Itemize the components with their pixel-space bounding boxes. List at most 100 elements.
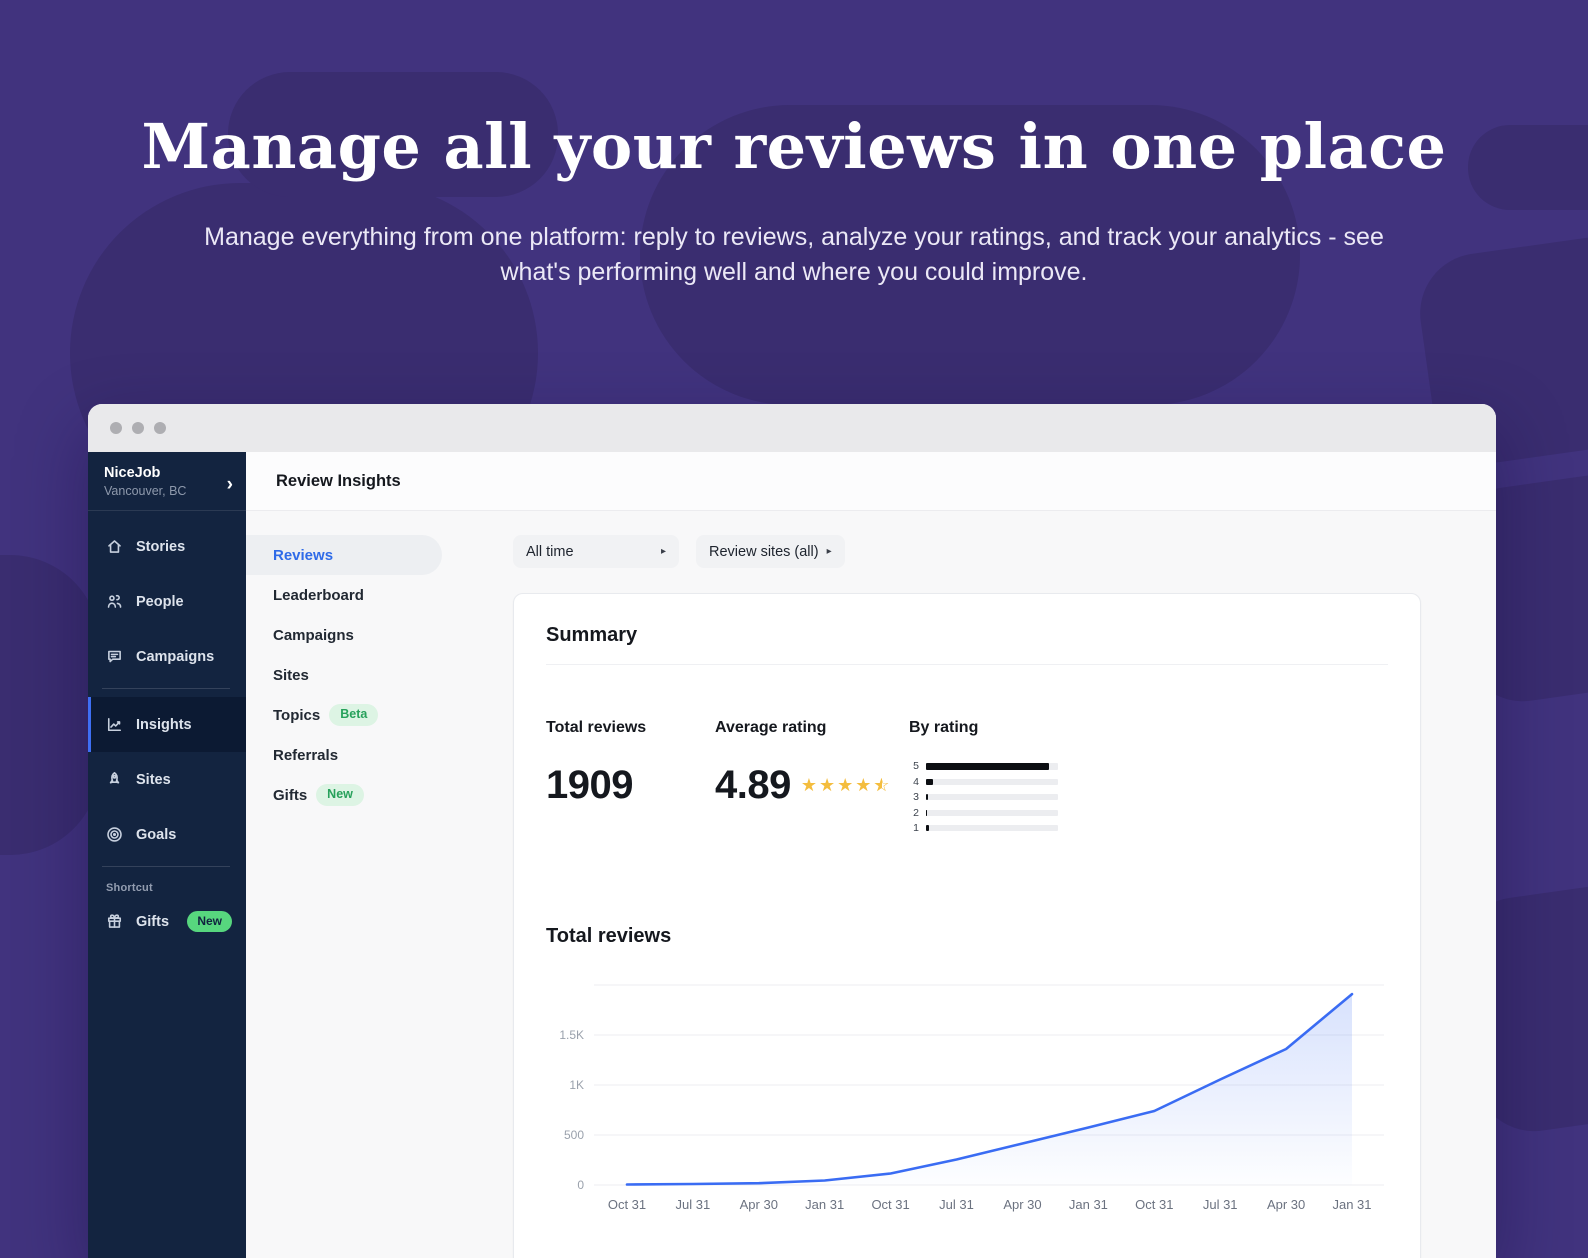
svg-text:Oct 31: Oct 31 (871, 1197, 909, 1212)
stat-value: 1909 (546, 765, 715, 805)
stat-label: By rating (909, 719, 1058, 737)
subnav-item-label: Reviews (273, 547, 333, 564)
subnav-item-referrals[interactable]: Referrals (246, 735, 442, 775)
star-icon: ★ (801, 776, 817, 794)
sidebar-item-label: Stories (136, 539, 185, 555)
page: Manage all your reviews in one place Man… (0, 0, 1588, 1258)
window-titlebar (88, 404, 1496, 452)
people-icon (106, 593, 123, 610)
stat-label: Total reviews (546, 719, 715, 737)
app-window: NiceJob Vancouver, BC › StoriesPeopleCam… (88, 404, 1496, 1258)
filter-review-sites-all-[interactable]: Review sites (all)▸ (696, 535, 845, 568)
sidebar-item-label: Insights (136, 717, 192, 733)
svg-text:Jul 31: Jul 31 (939, 1197, 974, 1212)
org-switcher[interactable]: NiceJob Vancouver, BC › (88, 452, 246, 511)
caret-right-icon: ▸ (661, 546, 666, 557)
new-badge: New (187, 911, 232, 932)
subnav-item-topics[interactable]: TopicsBeta (246, 695, 442, 735)
rating-row: 4 (909, 777, 1058, 788)
sidebar-item-goals[interactable]: Goals (88, 807, 246, 862)
rating-bar-track (926, 825, 1058, 831)
subnav-item-label: Topics (273, 707, 320, 724)
summary-stats: Total reviews 1909 Average rating 4.89 ★… (546, 719, 1388, 839)
star-half-icon: ☆★ (873, 776, 889, 794)
svg-text:Apr 30: Apr 30 (740, 1197, 778, 1212)
subnav-item-gifts[interactable]: Gifts New (246, 775, 442, 815)
star-rating: ★★★★☆★ (801, 776, 890, 794)
stat-average-rating: Average rating 4.89 ★★★★☆★ (715, 719, 909, 839)
sidebar: NiceJob Vancouver, BC › Stories People Cam… (88, 452, 246, 1258)
svg-text:Oct 31: Oct 31 (1135, 1197, 1173, 1212)
home-icon (106, 538, 123, 555)
rating-bar-track (926, 763, 1058, 770)
star-fill: ★ (873, 776, 882, 794)
gift-icon (106, 913, 123, 930)
svg-text:Apr 30: Apr 30 (1003, 1197, 1041, 1212)
svg-text:1.5K: 1.5K (559, 1028, 584, 1042)
content: Reviews Leaderboard Campaigns Sites TopicsBe… (246, 511, 1496, 1258)
rating-bar-track (926, 794, 1058, 800)
subnav-item-label: Gifts (273, 787, 307, 804)
star-filled: ★ (873, 776, 882, 794)
subnav-item-campaigns[interactable]: Campaigns (246, 615, 442, 655)
chat-bubble-icon (106, 648, 123, 665)
svg-text:0: 0 (577, 1178, 584, 1192)
filter-label: All time (526, 544, 574, 560)
sidebar-item-label: Sites (136, 772, 171, 788)
sidebar-item-stories[interactable]: Stories (88, 519, 246, 574)
svg-text:Jul 31: Jul 31 (1203, 1197, 1238, 1212)
subnav-item-sites[interactable]: Sites (246, 655, 442, 695)
sidebar-item-label: Campaigns (136, 649, 214, 665)
window-body: NiceJob Vancouver, BC › StoriesPeopleCam… (88, 452, 1496, 1258)
filter-label: Review sites (all) (709, 544, 819, 560)
target-icon (106, 826, 123, 843)
sidebar-item-sites[interactable]: Sites (88, 752, 246, 807)
window-dot-icon (154, 422, 166, 434)
rating-row-label: 1 (909, 823, 919, 834)
total-reviews-chart: 05001K1.5K Oct 31Jul 31Apr 30Jan 31Oct 3… (546, 973, 1388, 1230)
new-badge: New (316, 784, 364, 806)
by-rating-chart: 54321 (909, 761, 1058, 834)
rating-row: 3 (909, 792, 1058, 803)
main-area: Review Insights Reviews Leaderboard Campai… (246, 452, 1496, 1258)
chart-section-title: Total reviews (546, 925, 1388, 948)
svg-text:Jan 31: Jan 31 (805, 1197, 844, 1212)
subnav-item-leaderboard[interactable]: Leaderboard (246, 575, 442, 615)
svg-text:500: 500 (564, 1128, 584, 1142)
x-axis-labels: Oct 31 Jul 31 Apr 30 Jan 31 Oct 31 Jul 31 Apr … (608, 1197, 1372, 1212)
summary-card: Summary Total reviews 1909 Average ratin… (513, 593, 1421, 1258)
sidebar-item-insights[interactable]: Insights (88, 697, 246, 752)
bg-blob (0, 555, 100, 855)
rating-row-label: 3 (909, 792, 919, 803)
svg-text:Apr 30: Apr 30 (1267, 1197, 1305, 1212)
subnav-item-reviews[interactable]: Reviews (246, 535, 442, 575)
sidebar-item-people[interactable]: People (88, 574, 246, 629)
window-dot-icon (132, 422, 144, 434)
sidebar-item-label: Gifts (136, 914, 169, 930)
svg-text:1K: 1K (569, 1078, 584, 1092)
rocket-icon (106, 771, 123, 788)
svg-text:Oct 31: Oct 31 (608, 1197, 646, 1212)
star-icon: ★ (819, 776, 835, 794)
hero-title: Manage all your reviews in one place (0, 110, 1588, 183)
rating-row-label: 2 (909, 808, 919, 819)
star-icon: ★ (837, 776, 853, 794)
svg-text:Jan 31: Jan 31 (1332, 1197, 1371, 1212)
y-axis-labels: 0 500 1K 1.5K (559, 1028, 584, 1192)
subnav-item-label: Referrals (273, 747, 338, 764)
main-column: All time ▸ Review sites (all)▸ Summary Tot… (513, 535, 1421, 1258)
rating-line: 4.89 ★★★★☆★ (715, 765, 909, 805)
rating-row: 2 (909, 808, 1058, 819)
stat-by-rating: By rating 54321 (909, 719, 1058, 839)
sidebar-item-campaigns[interactable]: Campaigns (88, 629, 246, 684)
svg-text:Jul 31: Jul 31 (676, 1197, 711, 1212)
org-location: Vancouver, BC (104, 484, 232, 498)
filter-all-time[interactable]: All time ▸ (513, 535, 679, 568)
subnav-item-label: Sites (273, 667, 309, 684)
subnav-item-label: Leaderboard (273, 587, 364, 604)
sidebar-item-gifts[interactable]: Gifts New (88, 894, 246, 949)
rating-bar (926, 763, 1049, 770)
sidebar-shortcut-label: Shortcut (88, 867, 246, 894)
page-title: Review Insights (276, 472, 401, 491)
page-header: Review Insights (246, 452, 1496, 511)
